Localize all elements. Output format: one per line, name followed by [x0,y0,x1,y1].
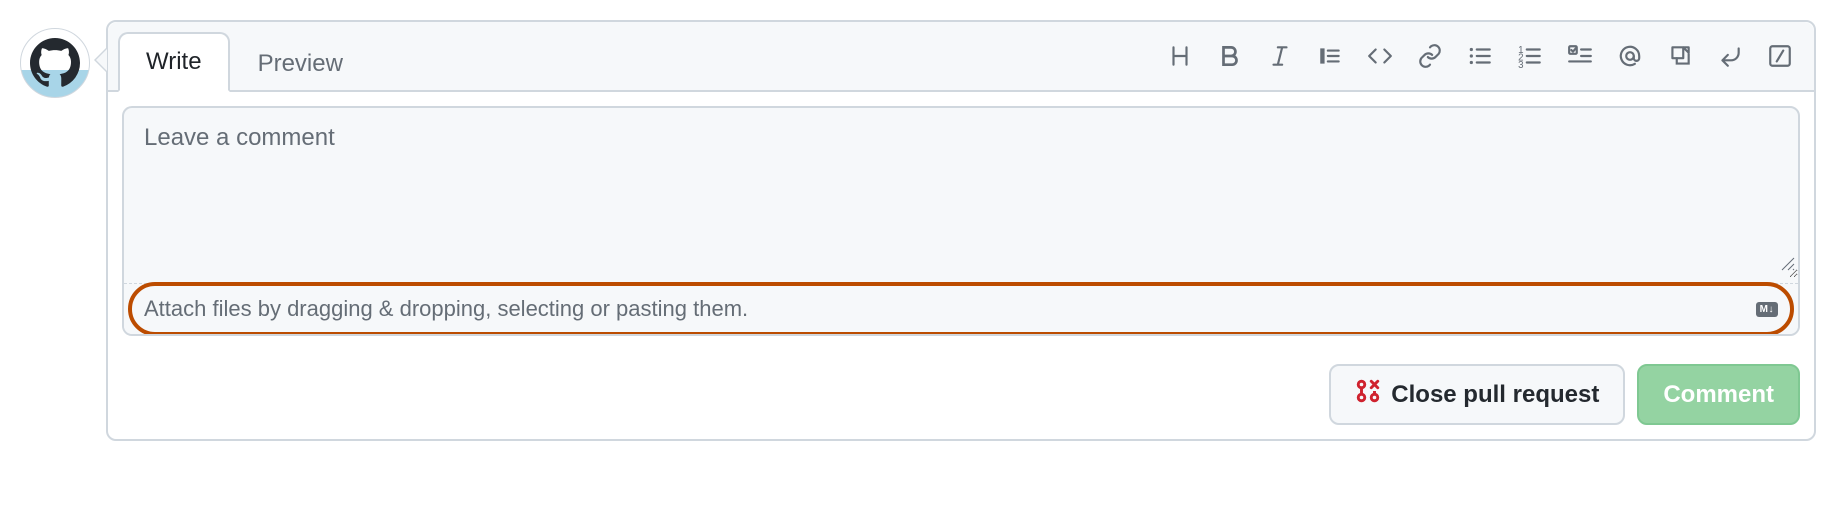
svg-text:3: 3 [1518,60,1523,69]
comment-composer: Write Preview [106,20,1816,441]
comment-body: Attach files by dragging & dropping, sel… [108,92,1814,350]
toolbar: 123 [1158,32,1802,80]
close-button-label: Close pull request [1391,381,1599,409]
git-pull-request-closed-icon [1355,378,1381,411]
comment-button-label: Comment [1663,381,1774,409]
heading-icon[interactable] [1166,42,1194,70]
link-icon[interactable] [1416,42,1444,70]
reply-icon[interactable] [1716,42,1744,70]
attach-hint-text: Attach files by dragging & dropping, sel… [144,296,748,322]
attach-bar[interactable]: Attach files by dragging & dropping, sel… [124,283,1798,334]
avatar[interactable] [20,28,90,98]
close-pull-request-button[interactable]: Close pull request [1329,364,1625,425]
task-list-icon[interactable] [1566,42,1594,70]
italic-icon[interactable] [1266,42,1294,70]
bold-icon[interactable] [1216,42,1244,70]
code-icon[interactable] [1366,42,1394,70]
quote-icon[interactable] [1316,42,1344,70]
comment-button[interactable]: Comment [1637,364,1800,425]
mention-icon[interactable] [1616,42,1644,70]
cross-reference-icon[interactable] [1666,42,1694,70]
comment-header: Write Preview [108,22,1814,92]
tab-write[interactable]: Write [118,32,230,92]
actions-bar: Close pull request Comment [108,350,1814,439]
slash-icon[interactable] [1766,42,1794,70]
comment-input[interactable] [124,108,1798,278]
markdown-icon[interactable]: M↓ [1756,302,1778,317]
tabs: Write Preview [118,32,371,92]
numbered-list-icon[interactable]: 123 [1516,42,1544,70]
bullet-list-icon[interactable] [1466,42,1494,70]
tab-preview[interactable]: Preview [230,34,371,92]
